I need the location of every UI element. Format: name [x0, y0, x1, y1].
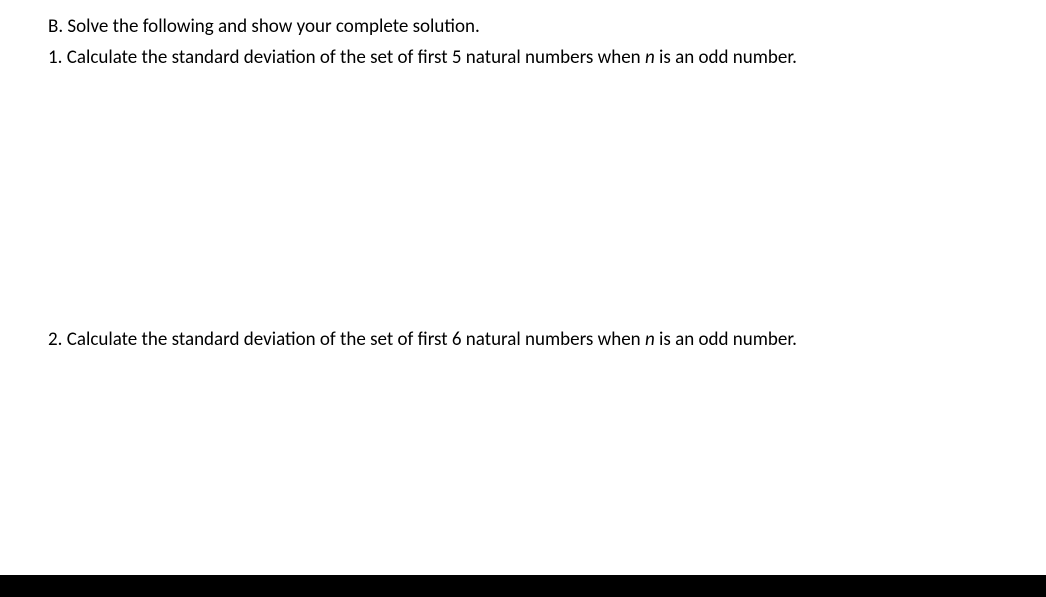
- question-2-prefix: 2. Calculate the standard deviation of t…: [48, 328, 645, 351]
- question-2-variable: n: [645, 328, 655, 351]
- bottom-bar: [0, 575, 1046, 597]
- section-header: B. Solve the following and show your com…: [48, 14, 998, 41]
- question-1: 1. Calculate the standard deviation of t…: [48, 45, 998, 72]
- question-2-suffix: is an odd number.: [655, 328, 797, 351]
- question-1-suffix: is an odd number.: [655, 46, 797, 69]
- question-2: 2. Calculate the standard deviation of t…: [48, 327, 998, 354]
- section-label: B. Solve the following and show your com…: [48, 15, 480, 38]
- document-content: B. Solve the following and show your com…: [0, 0, 1046, 354]
- question-1-prefix: 1. Calculate the standard deviation of t…: [48, 46, 645, 69]
- question-1-variable: n: [645, 46, 655, 69]
